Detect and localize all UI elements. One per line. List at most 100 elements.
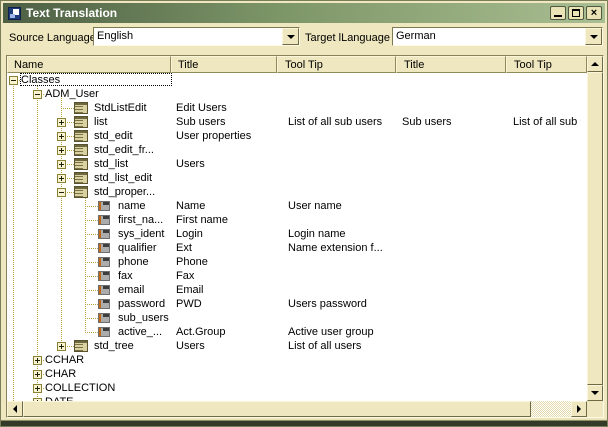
row-name[interactable]: std_edit	[94, 129, 133, 143]
titlebar[interactable]: Text Translation ×	[3, 3, 605, 23]
row-name[interactable]: std_proper...	[94, 185, 155, 199]
tree-row[interactable]: std_list Users	[7, 157, 587, 171]
tree-row[interactable]: StdListEditEdit Users	[7, 101, 587, 115]
target-language-label: Target lLanguage	[305, 32, 390, 44]
tree-connector-stub	[85, 248, 98, 249]
target-language-select[interactable]: German	[392, 27, 603, 46]
property-icon	[98, 257, 110, 267]
scroll-up-button[interactable]	[587, 56, 603, 72]
row-cell-title-source: Sub users	[176, 115, 281, 129]
collapse-minus-icon[interactable]	[33, 90, 42, 99]
scroll-down-button[interactable]	[587, 385, 603, 401]
column-header-row: NameTitleTool TipTitleTool Tip	[7, 56, 587, 73]
row-cell-title-source: Users	[176, 157, 281, 171]
horizontal-scrollbar-thumb[interactable]	[23, 401, 531, 417]
tree-connector-stub	[85, 290, 98, 291]
row-name[interactable]: Classes	[21, 73, 60, 87]
row-name[interactable]: phone	[118, 255, 149, 269]
row-name[interactable]: std_list_edit	[94, 171, 152, 185]
vertical-scrollbar[interactable]	[587, 56, 603, 401]
tree-row[interactable]: emailEmail	[7, 283, 587, 297]
tree-row[interactable]: ADM_User	[7, 87, 587, 101]
row-cell-title-source: Act.Group	[176, 325, 281, 339]
tree-row[interactable]: listSub usersList of all sub usersSub us…	[7, 115, 587, 129]
chevron-down-icon	[590, 35, 598, 39]
arrow-up-icon	[591, 62, 599, 66]
column-header-title-1[interactable]: Title	[171, 56, 277, 73]
row-name[interactable]: qualifier	[118, 241, 157, 255]
form-icon	[74, 144, 88, 156]
column-header-tool-tip-2[interactable]: Tool Tip	[277, 56, 396, 73]
tree-row[interactable]: COLLECTION	[7, 381, 587, 395]
scroll-right-button[interactable]	[571, 401, 587, 417]
tree-row[interactable]: sys_identLoginLogin name	[7, 227, 587, 241]
tree-row[interactable]: phone Phone	[7, 255, 587, 269]
row-name[interactable]: StdListEdit	[94, 101, 147, 115]
row-name[interactable]: COLLECTION	[45, 381, 115, 395]
tree-row[interactable]: fax Fax	[7, 269, 587, 283]
tree-row[interactable]: nameNameUser name	[7, 199, 587, 213]
row-name[interactable]: sys_ident	[118, 227, 164, 241]
target-language-dropdown-button[interactable]	[585, 28, 602, 45]
row-cell-tooltip-source: Active user group	[288, 325, 398, 339]
tree-connector-stub	[61, 108, 74, 109]
row-name[interactable]: fax	[118, 269, 133, 283]
horizontal-scrollbar[interactable]	[7, 401, 587, 417]
row-name[interactable]: std_tree	[94, 339, 134, 353]
expand-plus-icon[interactable]	[33, 384, 42, 393]
tree-row[interactable]: first_na...First name	[7, 213, 587, 227]
property-icon	[98, 327, 110, 337]
row-name[interactable]: first_na...	[118, 213, 163, 227]
column-header-title-3[interactable]: Title	[396, 56, 506, 73]
tree-row[interactable]: qualifierExtName extension f...	[7, 241, 587, 255]
expand-plus-icon[interactable]	[57, 342, 66, 351]
scroll-left-button[interactable]	[7, 401, 23, 417]
tree-row[interactable]: std_list_edit	[7, 171, 587, 185]
close-button[interactable]: ×	[586, 6, 602, 20]
form-icon	[74, 130, 88, 142]
tree-row[interactable]: std_proper...	[7, 185, 587, 199]
source-language-dropdown-button[interactable]	[282, 28, 299, 45]
expand-plus-icon[interactable]	[57, 174, 66, 183]
tree-row[interactable]: std_treeUsersList of all users	[7, 339, 587, 353]
maximize-button[interactable]	[568, 6, 584, 20]
property-icon	[98, 313, 110, 323]
row-name[interactable]: ADM_User	[45, 87, 99, 101]
tree-connector-stub	[85, 220, 98, 221]
row-name[interactable]: email	[118, 283, 144, 297]
tree-row[interactable]: std_edit_fr...	[7, 143, 587, 157]
row-name[interactable]: CCHAR	[45, 353, 84, 367]
tree-row[interactable]: CCHAR	[7, 353, 587, 367]
row-name[interactable]: password	[118, 297, 165, 311]
row-cell-title-source: Phone	[176, 255, 281, 269]
expand-plus-icon[interactable]	[57, 132, 66, 141]
row-name[interactable]: std_edit_fr...	[94, 143, 154, 157]
row-name[interactable]: name	[118, 199, 146, 213]
collapse-minus-icon[interactable]	[57, 188, 66, 197]
row-name[interactable]: CHAR	[45, 367, 76, 381]
expand-plus-icon[interactable]	[57, 146, 66, 155]
tree-row[interactable]: active_... Act.Group Active user group	[7, 325, 587, 339]
column-header-tool-tip-4[interactable]: Tool Tip	[506, 56, 587, 73]
row-name[interactable]: list	[94, 115, 107, 129]
expand-plus-icon[interactable]	[33, 356, 42, 365]
tree-row[interactable]: sub_users	[7, 311, 587, 325]
collapse-minus-icon[interactable]	[9, 76, 18, 85]
column-header-name-0[interactable]: Name	[7, 56, 171, 73]
tree-row[interactable]: std_editUser properties	[7, 129, 587, 143]
vertical-scrollbar-thumb[interactable]	[587, 72, 603, 385]
row-cell-title-source: Fax	[176, 269, 281, 283]
source-language-select[interactable]: English	[93, 27, 300, 46]
arrow-down-icon	[591, 391, 599, 395]
expand-plus-icon[interactable]	[33, 370, 42, 379]
tree-list: ClassesADM_UserStdListEditEdit Userslist…	[7, 73, 587, 401]
tree-row[interactable]: passwordPWDUsers password	[7, 297, 587, 311]
minimize-button[interactable]	[550, 6, 566, 20]
expand-plus-icon[interactable]	[57, 118, 66, 127]
tree-row[interactable]: Classes	[7, 73, 587, 87]
row-name[interactable]: sub_users	[118, 311, 169, 325]
row-name[interactable]: std_list	[94, 157, 128, 171]
tree-row[interactable]: CHAR	[7, 367, 587, 381]
row-name[interactable]: active_...	[118, 325, 162, 339]
expand-plus-icon[interactable]	[57, 160, 66, 169]
